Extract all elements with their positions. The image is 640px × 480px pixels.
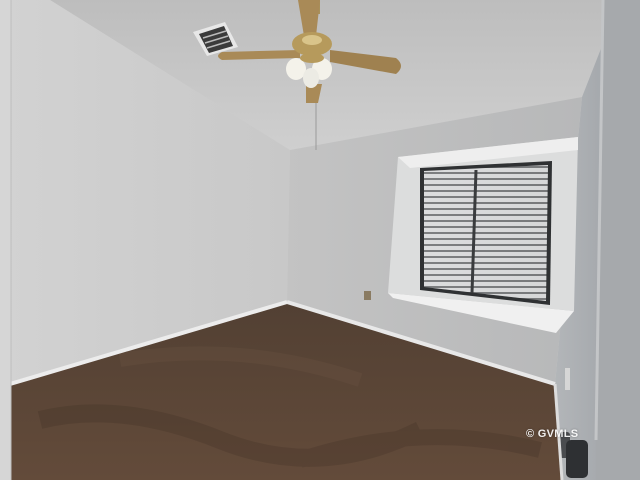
wall-outlet-right	[565, 368, 570, 390]
room-photo: © GVMLS	[0, 0, 640, 480]
watermark: © GVMLS	[526, 428, 579, 440]
room-illustration	[0, 0, 640, 480]
wall-outlet	[364, 291, 371, 300]
